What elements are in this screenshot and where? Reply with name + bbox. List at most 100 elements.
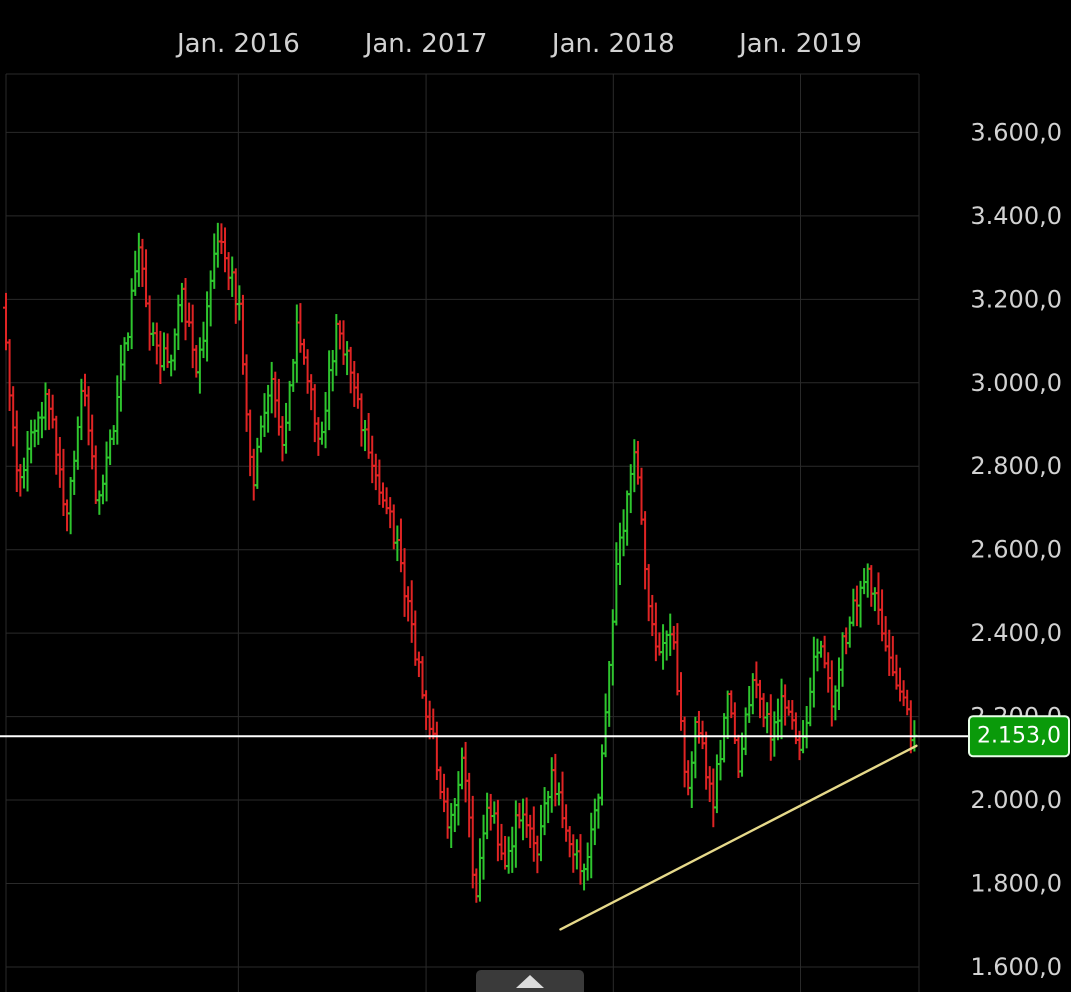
ohlc-bar-down (652, 602, 659, 662)
ohlc-bar-up (455, 771, 462, 826)
ohlc-bar-up (394, 525, 401, 562)
ohlc-bar-up (613, 542, 620, 626)
ohlc-bar-down (487, 793, 494, 831)
ohlc-bar-up (624, 490, 631, 546)
ohlc-bar-down (785, 700, 792, 716)
ohlc-bar-up (835, 657, 842, 711)
y-tick-label: 3.600,0 (970, 118, 1062, 146)
ohlc-bar-down (189, 304, 196, 369)
ohlc-bar-up (74, 416, 81, 470)
ohlc-bar-down (886, 629, 893, 676)
ohlc-bar-up (254, 437, 261, 489)
ohlc-bar-down (433, 721, 440, 781)
ohlc-bar-up (631, 439, 638, 493)
ohlc-bar-down (225, 252, 232, 291)
ohlc-bar-up (807, 677, 814, 727)
ohlc-bar-down (552, 753, 559, 807)
ohlc-bar-up (616, 522, 623, 586)
chart-area[interactable]: Jan. 2016 Jan. 2017 Jan. 2018 Jan. 2019 1.6… (0, 0, 1071, 992)
ohlc-bar-down (843, 627, 850, 655)
ohlc-bar-down (351, 361, 358, 407)
ohlc-bar-up (548, 757, 555, 813)
ohlc-bar-down (243, 354, 250, 432)
ohlc-bar-down (415, 651, 422, 678)
ohlc-bar-down (10, 386, 17, 447)
ohlc-bar-up (839, 632, 846, 687)
ohlc-bar-up (588, 812, 595, 879)
pull-up-handle[interactable] (476, 970, 584, 992)
ohlc-bar-up (512, 800, 519, 868)
ohlc-bar-up (71, 450, 78, 495)
ohlc-bar-up (293, 304, 300, 383)
ohlc-bar-up (584, 842, 591, 881)
ohlc-bar-up (286, 380, 293, 431)
ohlc-bar-up (545, 790, 552, 824)
ohlc-bar-up (204, 291, 211, 362)
y-tick-label: 3.200,0 (970, 285, 1062, 313)
ohlc-bar-down (89, 414, 96, 470)
ohlc-bar-down (527, 814, 534, 849)
ohlc-bar-up (688, 751, 695, 808)
ohlc-bar-down (405, 586, 412, 622)
ohlc-bar-down (789, 700, 796, 730)
ohlc-bar-up (692, 716, 699, 779)
ohlc-bar-up (196, 337, 203, 394)
ohlc-bar-down (782, 684, 789, 726)
ohlc-bar-down (272, 371, 279, 418)
ohlc-bar-up (724, 690, 731, 740)
ohlc-bar-down (311, 384, 318, 443)
ohlc-bar-up (660, 624, 667, 670)
ohlc-bar-up (573, 839, 580, 870)
ohlc-bar-down (182, 277, 189, 341)
ohlc-bar-down (502, 835, 509, 870)
ohlc-bar-up (778, 678, 785, 740)
ohlc-bar-up (107, 429, 114, 466)
ohlc-bar-up (555, 782, 562, 806)
ohlc-bar-down (143, 249, 150, 308)
ohlc-bar-up (268, 361, 275, 414)
ohlc-bar-down (466, 772, 473, 838)
ohlc-bar-down (760, 693, 767, 728)
ohlc-bar-down (139, 238, 146, 287)
ohlc-bar-down (250, 448, 257, 501)
ohlc-bar-down (710, 768, 717, 828)
ohlc-bar-down (473, 868, 480, 903)
ohlc-bar-down (423, 690, 430, 730)
ohlc-bar-up (721, 713, 728, 763)
ohlc-bar-up (175, 294, 182, 351)
ohlc-bar-up (627, 464, 634, 514)
ohlc-bar-down (681, 716, 688, 788)
ohlc-bar-down (498, 823, 505, 861)
ohlc-bar-down (49, 394, 56, 429)
ohlc-bar-up (290, 358, 297, 392)
ohlc-bar-down (825, 652, 832, 693)
ohlc-bar-up (261, 393, 268, 437)
price-chart[interactable]: Jan. 2016 Jan. 2017 Jan. 2018 Jan. 2019 1.6… (0, 0, 1071, 992)
ohlc-bar-down (13, 410, 20, 492)
ohlc-bar-down (304, 349, 311, 394)
ohlc-bar-up (329, 350, 336, 392)
ohlc-bar-down (566, 826, 573, 858)
ohlc-bar-up (810, 636, 817, 708)
ohlc-bar-up (125, 332, 132, 351)
ohlc-bar-down (907, 700, 914, 754)
ohlc-bar-down (649, 594, 656, 637)
ohlc-bar-up (448, 803, 455, 849)
ohlc-bar-up (774, 698, 781, 741)
ohlc-bar-down (56, 436, 63, 488)
ohlc-bar-up (24, 431, 31, 492)
ohlc-bar-up (128, 278, 135, 350)
y-tick-label: 3.400,0 (970, 202, 1062, 230)
ohlc-bar-down (6, 339, 13, 412)
ohlc-bar-down (347, 346, 354, 394)
ohlc-bar-down (419, 656, 426, 699)
ohlc-bar-down (372, 453, 379, 491)
y-tick-label: 1.800,0 (970, 870, 1062, 898)
ohlc-bar-down (412, 610, 419, 666)
ohlc-bar-up (509, 826, 516, 873)
ohlc-bar-up (257, 415, 264, 453)
ohlc-bar-down (897, 667, 904, 702)
ohlc-bar-down (146, 295, 153, 351)
x-tick-label: Jan. 2018 (550, 29, 675, 59)
ohlc-bars (3, 222, 918, 903)
